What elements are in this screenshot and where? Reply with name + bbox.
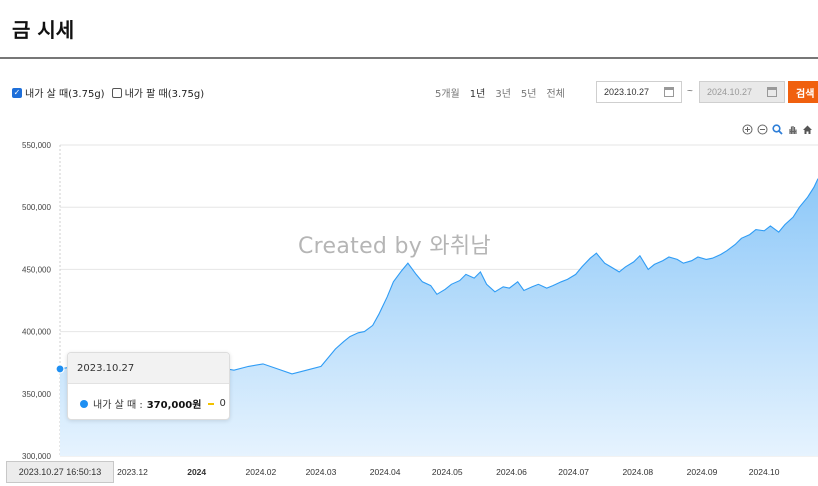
tooltip-secondary-value: 0 — [219, 398, 226, 409]
y-tick-label: 550,000 — [22, 141, 51, 150]
y-axis-labels: 300,000 350,000 400,000 450,000 500,000 550,0… — [22, 141, 51, 461]
x-tick-label: 2024.07 — [558, 467, 589, 477]
tooltip-series-label: 내가 살 때 : — [93, 400, 143, 411]
series-dot-icon — [80, 399, 88, 408]
x-tick-label: 2024.05 — [432, 467, 463, 477]
y-tick-label: 400,000 — [22, 328, 51, 337]
x-tick-label: 2024.08 — [622, 467, 653, 477]
x-hover-label: 2023.10.27 16:50:13 — [6, 461, 114, 483]
watermark: Created by 와취남 — [298, 234, 491, 259]
x-axis-labels: 2023.12 2024 2024.02 2024.03 2024.04 2024.05 2… — [117, 467, 780, 477]
tooltip-series-row: 내가 살 때 : 370,000원 0 — [68, 384, 229, 411]
y-tick-label: 450,000 — [22, 265, 51, 274]
chart-tooltip: 2023.10.27 내가 살 때 : 370,000원 0 — [67, 352, 230, 420]
x-tick-label: 2024 — [187, 467, 206, 477]
hover-marker-point — [55, 364, 65, 374]
x-tick-label: 2023.12 — [117, 467, 148, 477]
x-tick-label: 2024.04 — [370, 467, 401, 477]
x-tick-label: 2024.09 — [687, 467, 718, 477]
x-tick-label: 2024.03 — [306, 467, 337, 477]
x-tick-label: 2024.06 — [496, 467, 527, 477]
x-tick-label: 2024.10 — [749, 467, 780, 477]
y-tick-label: 500,000 — [22, 203, 51, 212]
x-tick-label: 2024.02 — [246, 467, 277, 477]
y-tick-label: 350,000 — [22, 390, 51, 399]
secondary-series-dash-icon — [208, 402, 215, 405]
hover-marker-layer — [55, 364, 65, 374]
y-tick-label: 300,000 — [22, 452, 51, 461]
tooltip-value: 370,000원 — [146, 400, 202, 411]
tooltip-date: 2023.10.27 — [68, 353, 229, 384]
